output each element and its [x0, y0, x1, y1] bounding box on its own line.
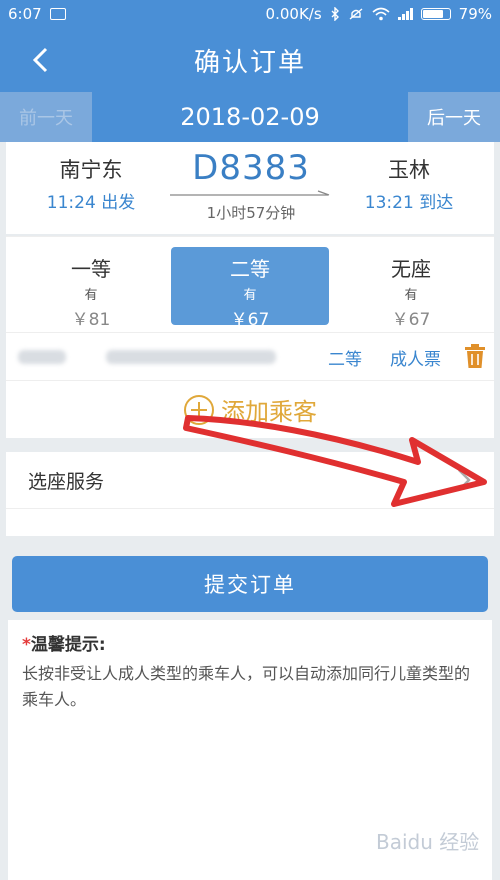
- seat-availability: 有: [404, 288, 418, 303]
- seat-availability: 有: [243, 288, 257, 303]
- travel-date[interactable]: 2018-02-09: [180, 103, 319, 131]
- train-summary: D8383 1小时57分钟: [166, 148, 336, 223]
- seat-type: 无座: [391, 257, 431, 281]
- train-info-card: 南宁东 11:24 出发 D8383 1小时57分钟 玉林 13:21 到达: [6, 142, 494, 234]
- prev-day-button[interactable]: 前一天: [0, 92, 92, 142]
- seat-option-standing[interactable]: 无座 有 ￥67: [332, 247, 490, 330]
- signal-icon: [397, 8, 413, 20]
- tip-title-text: 温馨提示:: [30, 635, 106, 655]
- baidu-watermark: Baidu 经验: [376, 830, 480, 854]
- tip-body: 长按非受让人成人类型的乘车人，可以自动添加同行儿童类型的乘车人。: [22, 664, 471, 709]
- seat-type: 二等: [230, 257, 270, 281]
- back-button[interactable]: [22, 42, 58, 78]
- departure-time: 11:24 出发: [46, 193, 136, 213]
- seat-service-label: 选座服务: [28, 470, 105, 493]
- add-passenger-label: 添加乘客: [221, 398, 317, 426]
- tip-star: *: [22, 635, 31, 655]
- screenshot-icon: [49, 8, 66, 20]
- passenger-name-redacted: [18, 350, 66, 364]
- seat-price: ￥67: [230, 310, 270, 330]
- page-title: 确认订单: [193, 47, 306, 78]
- arrival-time: 13:21 到达: [364, 193, 454, 213]
- bluetooth-icon: [331, 7, 339, 21]
- seat-option-first-class[interactable]: 一等 有 ￥81: [12, 247, 170, 330]
- tip-title: *温馨提示:: [22, 630, 478, 655]
- passenger-id-redacted: [106, 350, 276, 364]
- battery-percent: 79%: [458, 5, 492, 23]
- wifi-icon: [372, 7, 390, 21]
- date-bar: 前一天 2018-02-09 后一天: [0, 92, 500, 142]
- battery-icon: [420, 8, 451, 20]
- route-arrow-line: [166, 188, 336, 202]
- train-number: D8383: [192, 148, 310, 188]
- seat-availability: 有: [84, 288, 98, 303]
- seat-service-row[interactable]: 选座服务: [6, 452, 494, 508]
- mute-icon: [349, 8, 363, 20]
- status-bar: 6:07 0.00K/s 79%: [0, 0, 500, 28]
- seat-type: 一等: [71, 257, 111, 281]
- passenger-seat-class[interactable]: 二等: [328, 345, 362, 370]
- spacer-row: [6, 508, 494, 536]
- arrival-station: 玉林 13:21 到达: [334, 154, 484, 213]
- seat-price: ￥67: [391, 310, 431, 330]
- status-time: 6:07: [8, 5, 42, 23]
- arrival-station-name: 玉林: [388, 158, 430, 182]
- trip-duration: 1小时57分钟: [206, 204, 296, 222]
- add-passenger-button[interactable]: 添加乘客: [6, 380, 494, 438]
- trash-icon[interactable]: [464, 343, 486, 369]
- departure-station-name: 南宁东: [59, 158, 123, 182]
- nav-bar: 确认订单: [0, 28, 500, 92]
- passenger-ticket-type[interactable]: 成人票: [390, 345, 441, 370]
- seat-price: ￥81: [71, 310, 111, 330]
- chevron-right-icon: [458, 469, 471, 491]
- departure-station: 南宁东 11:24 出发: [16, 154, 166, 213]
- seat-option-second-class[interactable]: 二等 有 ￥67: [171, 247, 329, 330]
- chevron-left-icon: [32, 47, 48, 73]
- passenger-row[interactable]: 二等 成人票: [6, 332, 494, 380]
- submit-order-button[interactable]: 提交订单: [12, 556, 488, 612]
- plus-circle-icon: [184, 394, 214, 425]
- seat-class-selector: 一等 有 ￥81 二等 有 ￥67 无座 有 ￥67: [6, 236, 494, 332]
- next-day-button[interactable]: 后一天: [408, 92, 500, 142]
- network-speed: 0.00K/s: [265, 5, 322, 23]
